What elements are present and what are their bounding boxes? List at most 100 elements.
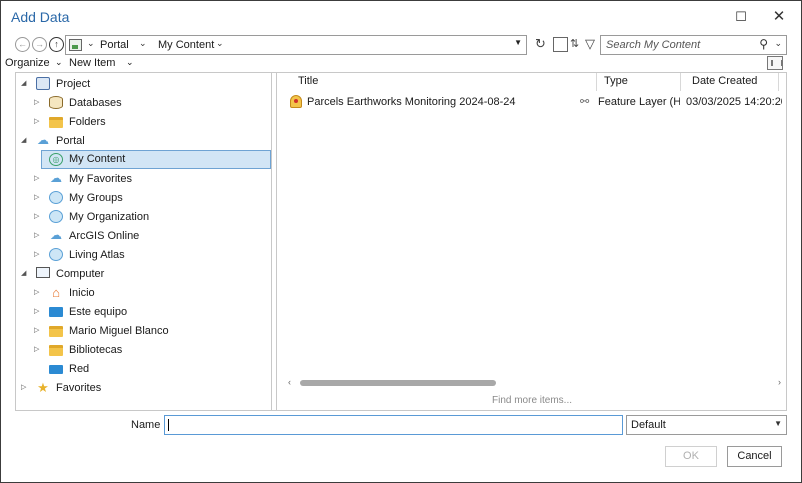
search-box[interactable]: Search My Content ⚲ ⌄ [600, 35, 787, 55]
breadcrumb-portal[interactable]: Portal [100, 39, 129, 51]
column-divider[interactable] [778, 73, 779, 91]
collapse-arrow-icon[interactable]: ◢ [21, 269, 26, 277]
chevron-down-icon[interactable]: ▼ [774, 419, 782, 428]
close-button[interactable]: ✕ [765, 6, 793, 28]
expand-arrow-icon[interactable]: ▷ [34, 193, 39, 201]
expand-arrow-icon[interactable]: ▷ [34, 212, 39, 220]
tree-item-my-favorites[interactable]: ▷ ☁ My Favorites [16, 170, 272, 189]
search-input[interactable]: Search My Content [606, 39, 700, 51]
horizontal-scrollbar[interactable]: ‹ › [278, 376, 786, 390]
tree-item-computer[interactable]: ◢ Computer [16, 265, 272, 284]
globe-icon [49, 248, 63, 261]
expand-arrow-icon[interactable]: ▷ [34, 98, 39, 106]
column-header-title[interactable]: Title [298, 75, 318, 87]
tree-item-label: Red [69, 363, 90, 375]
catalog-tree[interactable]: ◢ Project ▷ Databases ▷ Folders ◢ ☁ Port… [16, 73, 272, 410]
shared-user-icon: ⚯ [580, 96, 590, 108]
cloud-icon: ☁ [37, 133, 49, 147]
scroll-right-icon[interactable]: › [778, 377, 781, 387]
table-row[interactable]: Parcels Earthworks Monitoring 2024-08-24… [278, 93, 786, 111]
tree-item-label: Computer [56, 268, 105, 280]
expand-arrow-icon[interactable]: ▷ [34, 117, 39, 125]
column-divider[interactable] [596, 73, 597, 91]
chevron-down-icon[interactable]: ⌄ [55, 57, 63, 68]
tree-item-label: My Content [69, 153, 126, 165]
expand-arrow-icon[interactable]: ▷ [34, 307, 39, 315]
refresh-icon[interactable]: ↻ [535, 36, 546, 52]
tree-item-my-content[interactable]: ◎ My Content [41, 150, 271, 169]
tree-item-living-atlas[interactable]: ▷ Living Atlas [16, 246, 272, 265]
column-header-date-created[interactable]: Date Created [692, 75, 757, 87]
organize-menu[interactable]: Organize [5, 57, 50, 69]
details-view-icon[interactable] [767, 56, 783, 70]
back-circle-icon[interactable]: ← [15, 37, 30, 52]
tree-item-red[interactable]: Red [16, 360, 272, 379]
tree-item-label: Bibliotecas [69, 344, 123, 356]
cancel-button[interactable]: Cancel [727, 446, 782, 467]
column-divider[interactable] [680, 73, 681, 91]
chevron-down-icon[interactable]: ⌄ [139, 38, 147, 49]
tree-item-label: My Groups [69, 192, 123, 204]
forward-circle-icon[interactable]: → [32, 37, 47, 52]
find-more-link[interactable]: Find more items... [278, 395, 786, 406]
tree-item-favorites[interactable]: ▷ ★ Favorites [16, 379, 272, 398]
tree-item-project[interactable]: ◢ Project [16, 75, 272, 94]
tree-item-label: My Organization [69, 211, 150, 223]
column-header-type[interactable]: Type [604, 75, 628, 87]
expand-arrow-icon[interactable]: ▷ [21, 383, 26, 391]
network-icon [49, 365, 63, 374]
sort-icon[interactable]: ⇅ [570, 37, 585, 52]
address-dropdown-icon[interactable]: ▼ [514, 38, 522, 47]
folder-icon [49, 345, 63, 356]
tree-item-folders[interactable]: ▷ Folders [16, 113, 272, 132]
breadcrumb-my-content[interactable]: My Content [158, 39, 214, 51]
tree-item-label: Living Atlas [69, 249, 125, 261]
row-date-created: 03/03/2025 14:20:20 [686, 96, 782, 108]
folder-icon [49, 117, 63, 128]
tree-item-inicio[interactable]: ▷ ⌂ Inicio [16, 284, 272, 303]
browser-area: ◢ Project ▷ Databases ▷ Folders ◢ ☁ Port… [15, 72, 787, 411]
tree-item-este-equipo[interactable]: ▷ Este equipo [16, 303, 272, 322]
organization-icon [49, 210, 63, 223]
tree-item-label: Mario Miguel Blanco [69, 325, 169, 337]
expand-arrow-icon[interactable]: ▷ [34, 326, 39, 334]
new-item-menu[interactable]: New Item [69, 57, 115, 69]
expand-arrow-icon[interactable]: ▷ [34, 231, 39, 239]
address-bar[interactable]: ⌄ Portal ⌄ My Content ⌄ ▼ [65, 35, 527, 55]
search-options-icon[interactable]: ⌄ [774, 38, 782, 49]
tree-item-portal[interactable]: ◢ ☁ Portal [16, 132, 272, 151]
collapse-arrow-icon[interactable]: ◢ [21, 136, 26, 144]
type-filter-select[interactable]: Default ▼ [626, 415, 787, 435]
command-bar: Organize ⌄ New Item ⌄ [5, 56, 795, 72]
expand-arrow-icon[interactable]: ▷ [34, 174, 39, 182]
expand-arrow-icon[interactable]: ▷ [34, 345, 39, 353]
expand-arrow-icon[interactable]: ▷ [34, 250, 39, 258]
search-icon[interactable]: ⚲ [759, 37, 768, 51]
folder-view-icon[interactable] [553, 37, 568, 52]
content-list[interactable]: Title Type Date Created Parcels Earthwor… [278, 73, 786, 410]
chevron-down-icon[interactable]: ⌄ [216, 38, 224, 49]
scroll-thumb[interactable] [300, 380, 496, 386]
expand-arrow-icon[interactable]: ▷ [34, 288, 39, 296]
scroll-left-icon[interactable]: ‹ [288, 377, 291, 387]
chevron-down-icon[interactable]: ⌄ [126, 57, 134, 68]
feature-layer-icon [290, 95, 302, 108]
tree-item-my-organization[interactable]: ▷ My Organization [16, 208, 272, 227]
database-icon [49, 96, 63, 109]
project-icon [36, 77, 50, 90]
up-circle-icon[interactable]: ↑ [49, 37, 64, 52]
tree-item-mario-miguel-blanco[interactable]: ▷ Mario Miguel Blanco [16, 322, 272, 341]
maximize-button[interactable]: ☐ [727, 6, 755, 28]
filter-icon[interactable]: ▽ [585, 37, 595, 52]
tree-item-bibliotecas[interactable]: ▷ Bibliotecas [16, 341, 272, 360]
tree-item-databases[interactable]: ▷ Databases [16, 94, 272, 113]
name-field[interactable] [164, 415, 623, 435]
ok-button[interactable]: OK [665, 446, 717, 467]
my-content-icon: ◎ [49, 153, 63, 166]
tree-item-label: ArcGIS Online [69, 230, 140, 242]
tree-item-arcgis-online[interactable]: ▷ ☁ ArcGIS Online [16, 227, 272, 246]
chevron-down-icon[interactable]: ⌄ [87, 38, 95, 49]
pane-splitter[interactable] [272, 73, 277, 410]
collapse-arrow-icon[interactable]: ◢ [21, 79, 26, 87]
tree-item-my-groups[interactable]: ▷ My Groups [16, 189, 272, 208]
